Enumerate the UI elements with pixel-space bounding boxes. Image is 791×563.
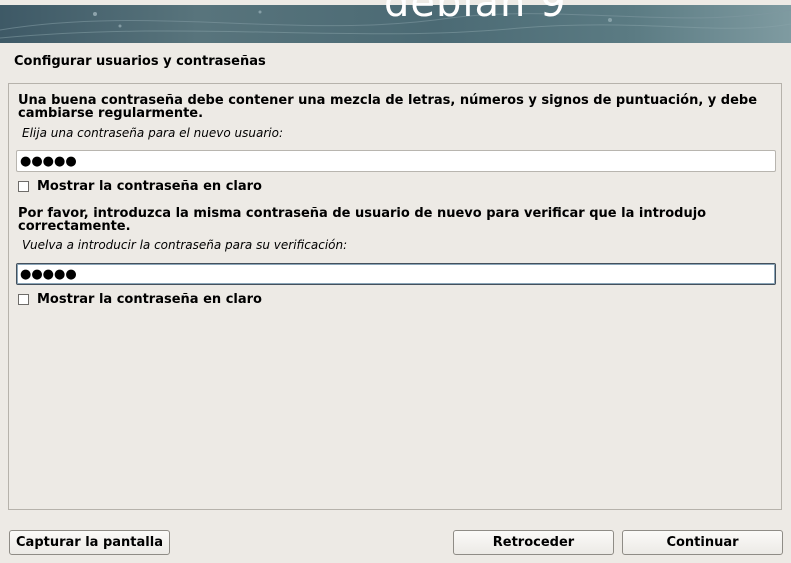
show-verify-password-toggle[interactable]: Mostrar la contraseña en claro bbox=[18, 291, 262, 307]
verify-password-input[interactable] bbox=[16, 263, 776, 285]
back-button[interactable]: Retroceder bbox=[453, 530, 614, 555]
continue-button[interactable]: Continuar bbox=[622, 530, 783, 555]
password-input[interactable] bbox=[16, 150, 776, 172]
show-password-checkbox[interactable] bbox=[18, 180, 29, 192]
show-password-toggle[interactable]: Mostrar la contraseña en claro bbox=[18, 178, 262, 194]
show-verify-password-label: Mostrar la contraseña en claro bbox=[37, 291, 262, 307]
show-verify-password-checkbox[interactable] bbox=[18, 293, 29, 305]
debian-logo-icon: debian 9 bbox=[384, 0, 567, 26]
password-hint-text: Una buena contraseña debe contener una m… bbox=[18, 93, 758, 121]
password-prompt: Elija una contraseña para el nuevo usuar… bbox=[22, 126, 283, 140]
verify-hint-text: Por favor, introduzca la misma contraseñ… bbox=[18, 206, 707, 234]
verify-password-prompt: Vuelva a introducir la contraseña para s… bbox=[22, 238, 348, 252]
debian-banner: debian 9 bbox=[0, 0, 791, 43]
show-password-label: Mostrar la contraseña en claro bbox=[37, 178, 262, 194]
page-title: Configurar usuarios y contraseñas bbox=[14, 54, 266, 69]
screenshot-button[interactable]: Capturar la pantalla bbox=[9, 530, 170, 555]
